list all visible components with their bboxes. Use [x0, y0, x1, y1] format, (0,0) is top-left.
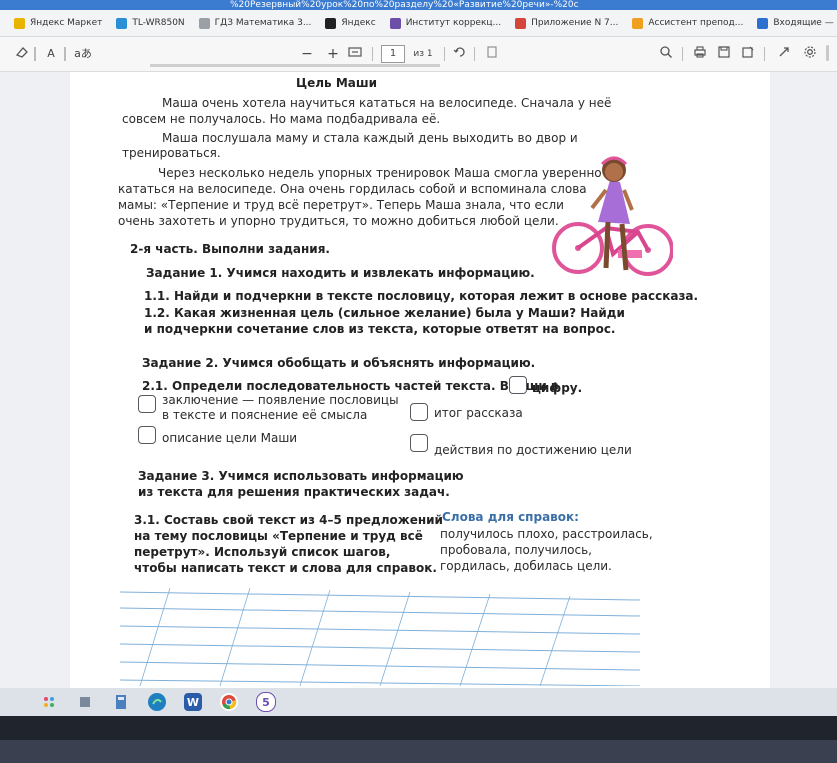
monitor-stand-area [0, 740, 837, 763]
example-answer-box [509, 376, 527, 394]
word-icon[interactable]: W [184, 693, 202, 711]
hint-text: гордилась, добилась цели. [440, 559, 612, 573]
cut-off-line [150, 64, 440, 67]
hint-title: Слова для справок: [442, 510, 579, 524]
story-text: совсем не получалось. Но мама подбадрива… [122, 112, 441, 126]
task-heading: Задание 1. Учимся находить и извлекать и… [146, 266, 535, 280]
option-label: заключение — появление пословицы [162, 393, 399, 407]
story-text: очень захотеть и упорно трудиться, то мо… [118, 214, 559, 228]
task-heading: Задание 3. Учимся использовать информаци… [138, 469, 464, 483]
task-item: 1.1. Найди и подчеркни в тексте пословиц… [144, 289, 699, 303]
option-label: в тексте и пояснение её смысла [162, 408, 368, 422]
notification-badge[interactable]: 5 [256, 692, 276, 712]
option-label: описание цели Маши [162, 431, 298, 445]
story-text: Маша очень хотела научиться кататься на … [162, 96, 612, 110]
task-heading: из текста для решения практических задач… [138, 485, 450, 499]
widgets-icon[interactable] [76, 693, 94, 711]
hint-text: пробовала, получилось, [440, 543, 592, 557]
answer-box[interactable] [410, 403, 428, 421]
word-letter: W [186, 695, 200, 709]
option-label: итог рассказа [434, 406, 523, 420]
story-text: мамы: «Терпение и труд всё перетрут». Те… [118, 198, 564, 212]
hint-text: получилось плохо, расстроилась, [440, 527, 653, 541]
task-heading: Задание 2. Учимся обобщать и объяснять и… [142, 356, 536, 370]
task-item: перетрут». Используй список шагов, [134, 545, 391, 559]
chrome-icon[interactable] [220, 693, 238, 711]
calculator-icon[interactable] [112, 693, 130, 711]
writing-lines[interactable] [110, 586, 650, 686]
badge-count: 5 [262, 695, 270, 709]
story-text: тренироваться. [122, 146, 221, 160]
answer-box[interactable] [410, 434, 428, 452]
story-text: Маша послушала маму и стала каждый день … [162, 131, 578, 145]
section-heading: 2-я часть. Выполни задания. [130, 242, 330, 256]
girl-bicycle-illustration [552, 156, 673, 276]
task-item: 2.1. Определи последовательность частей … [142, 379, 559, 393]
task-item: цифру. [532, 381, 583, 395]
document-content: Цель Маши Маша очень хотела научиться ка… [0, 0, 837, 700]
apps-icon[interactable] [40, 693, 58, 711]
screen: %20Резервный%20урок%20по%20разделу%20«Ра… [0, 0, 837, 763]
task-item: на тему пословицы «Терпение и труд всё [134, 529, 423, 543]
task-item: 1.2. Какая жизненная цель (сильное желан… [144, 306, 625, 320]
edge-icon[interactable] [148, 693, 166, 711]
answer-box[interactable] [138, 395, 156, 413]
taskbar: W 5 [0, 688, 837, 716]
task-item: чтобы написать текст и слова для справок… [134, 561, 437, 575]
task-item: и подчеркни сочетание слов из текста, ко… [144, 322, 616, 336]
story-title: Цель Маши [296, 76, 378, 90]
story-text: кататься на велосипеде. Она очень гордил… [118, 182, 587, 196]
story-text: Через несколько недель упорных тренирово… [158, 166, 602, 180]
answer-box[interactable] [138, 426, 156, 444]
task-item: 3.1. Составь свой текст из 4–5 предложен… [134, 513, 443, 527]
option-label: действия по достижению цели [434, 443, 632, 457]
